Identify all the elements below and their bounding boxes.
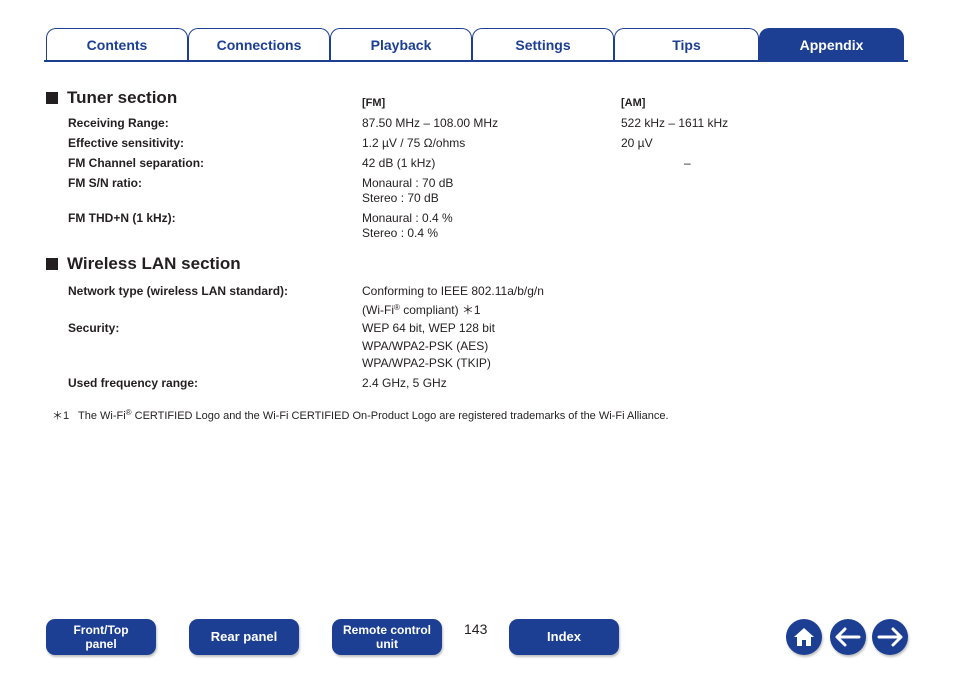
tab-tips[interactable]: Tips	[614, 28, 759, 61]
spec-am-channel-separation: –	[684, 156, 691, 170]
tab-contents-label: Contents	[86, 37, 148, 53]
remote-control-label-2: unit	[375, 637, 398, 651]
tab-divider	[44, 60, 908, 62]
spec-fm-sn-ratio-monaural: Monaural : 70 dB	[362, 176, 454, 190]
remote-control-unit-button[interactable]: Remote control unit	[332, 619, 442, 655]
square-bullet-icon	[46, 258, 58, 270]
forward-button[interactable]	[872, 619, 908, 655]
spec-am-receiving-range: 522 kHz – 1611 kHz	[621, 116, 729, 130]
am-column-header: [AM]	[621, 97, 646, 109]
home-icon	[794, 628, 814, 646]
spec-label-frequency-range: Used frequency range:	[68, 376, 199, 390]
spec-fm-sn-ratio-stereo: Stereo : 70 dB	[362, 191, 439, 205]
spec-security-wep: WEP 64 bit, WEP 128 bit	[362, 321, 495, 335]
wlan-section-heading: Wireless LAN section	[46, 254, 241, 274]
tuner-section-title: Tuner section	[67, 88, 178, 107]
spec-label-network-type: Network type (wireless LAN standard):	[68, 284, 289, 298]
tab-connections-label: Connections	[216, 37, 302, 53]
spec-network-type-line1: Conforming to IEEE 802.11a/b/g/n	[362, 284, 544, 298]
spec-label-security: Security:	[68, 321, 120, 335]
spec-fm-channel-separation: 42 dB (1 kHz)	[362, 156, 436, 170]
spec-label-fm-thd: FM THD+N (1 kHz):	[68, 211, 176, 225]
footnote-marker: ＊1	[52, 410, 70, 422]
spec-label-receiving-range: Receiving Range:	[68, 116, 169, 130]
tab-settings-label: Settings	[515, 37, 571, 53]
tab-settings[interactable]: Settings	[472, 28, 614, 61]
tab-bar: Contents Connections Playback Settings T…	[0, 0, 954, 64]
spec-fm-thd-monaural: Monaural : 0.4 %	[362, 211, 453, 225]
spec-label-effective-sensitivity: Effective sensitivity:	[68, 136, 185, 150]
tab-contents[interactable]: Contents	[46, 28, 188, 61]
remote-control-label-1: Remote control	[342, 623, 431, 637]
spec-fm-thd-stereo: Stereo : 0.4 %	[362, 226, 439, 240]
tab-tips-label: Tips	[672, 37, 701, 53]
front-top-panel-label-2: panel	[85, 637, 117, 651]
rear-panel-button[interactable]: Rear panel	[189, 619, 299, 655]
spec-am-effective-sensitivity: 20 µV	[621, 136, 653, 150]
arrow-left-icon	[835, 627, 861, 647]
arrow-right-icon	[877, 627, 903, 647]
front-top-panel-label-1: Front/Top	[73, 623, 129, 637]
compliant-text: compliant) ＊1	[399, 303, 481, 317]
spec-frequency-range: 2.4 GHz, 5 GHz	[362, 376, 447, 390]
spec-security-aes: WPA/WPA2-PSK (AES)	[362, 339, 489, 353]
index-button[interactable]: Index	[509, 619, 619, 655]
footnote-text-b: CERTIFIED Logo and the Wi-Fi CERTIFIED O…	[131, 410, 669, 422]
wlan-section-title: Wireless LAN section	[67, 254, 241, 273]
tab-playback[interactable]: Playback	[330, 28, 472, 61]
wifi-text: (Wi-Fi	[362, 303, 394, 317]
home-button[interactable]	[786, 619, 822, 655]
tab-appendix[interactable]: Appendix	[759, 28, 904, 61]
rear-panel-label: Rear panel	[210, 629, 278, 644]
spec-label-fm-sn-ratio: FM S/N ratio:	[68, 176, 142, 190]
spec-fm-receiving-range: 87.50 MHz – 108.00 MHz	[362, 116, 499, 130]
spec-fm-effective-sensitivity: 1.2 µV / 75 Ω/ohms	[362, 136, 466, 150]
footnote: ＊1 The Wi-Fi® CERTIFIED Logo and the Wi-F…	[52, 407, 669, 423]
back-button[interactable]	[830, 619, 866, 655]
tab-connections[interactable]: Connections	[188, 28, 330, 61]
front-top-panel-button[interactable]: Front/Top panel	[46, 619, 156, 655]
tab-appendix-label: Appendix	[799, 37, 864, 53]
square-bullet-icon	[46, 92, 58, 104]
tab-playback-label: Playback	[370, 37, 432, 53]
spec-security-tkip: WPA/WPA2-PSK (TKIP)	[362, 356, 491, 370]
index-label: Index	[547, 629, 581, 644]
page-number: 143	[464, 621, 488, 637]
spec-network-type-line2: (Wi-Fi® compliant) ＊1	[362, 300, 481, 318]
spec-label-fm-channel-separation: FM Channel separation:	[68, 156, 205, 170]
footnote-text-a: The Wi-Fi	[78, 410, 126, 422]
fm-column-header: [FM]	[362, 97, 386, 109]
tuner-section-heading: Tuner section	[46, 88, 177, 108]
